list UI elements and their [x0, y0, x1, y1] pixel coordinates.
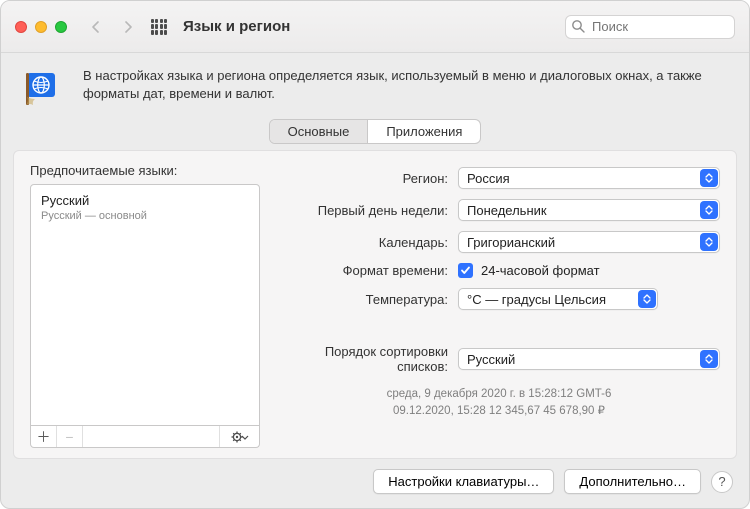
temperature-select[interactable]: °C — градусы Цельсия: [458, 288, 658, 310]
toolbar: Язык и регион: [1, 1, 749, 53]
language-name: Русский: [41, 193, 249, 208]
content-panel: Предпочитаемые языки: Русский Русский — …: [13, 150, 737, 459]
time-format-label: Формат времени:: [278, 263, 448, 278]
zoom-window-button[interactable]: [55, 21, 67, 33]
language-list[interactable]: Русский Русский — основной: [30, 184, 260, 426]
advanced-button[interactable]: Дополнительно…: [564, 469, 701, 494]
temperature-label: Температура:: [278, 292, 448, 307]
forward-button[interactable]: [117, 16, 139, 38]
close-window-button[interactable]: [15, 21, 27, 33]
search-field[interactable]: [565, 15, 735, 39]
keyboard-settings-button[interactable]: Настройки клавиатуры…: [373, 469, 554, 494]
sort-order-label: Порядок сортировки списков:: [278, 344, 448, 374]
window-title: Язык и регион: [183, 18, 290, 35]
calendar-label: Календарь:: [278, 235, 448, 250]
language-list-item[interactable]: Русский Русский — основной: [41, 193, 249, 222]
24hr-label: 24-часовой формат: [481, 263, 600, 278]
time-format-row: 24-часовой формат: [458, 263, 720, 278]
format-sample: среда, 9 декабря 2020 г. в 15:28:12 GMT-…: [278, 386, 720, 421]
updown-icon: [700, 169, 718, 187]
description-text: В настройках языка и региона определяетс…: [83, 67, 727, 103]
calendar-select[interactable]: Григорианский: [458, 231, 720, 253]
sample-line-2: 09.12.2020, 15:28 12 345,67 45 678,90 ₽: [278, 403, 720, 420]
first-weekday-select[interactable]: Понедельник: [458, 199, 720, 221]
first-weekday-label: Первый день недели:: [278, 203, 448, 218]
show-all-button[interactable]: [151, 19, 167, 35]
back-button[interactable]: [85, 16, 107, 38]
sort-order-value: Русский: [467, 352, 515, 367]
first-weekday-value: Понедельник: [467, 203, 547, 218]
region-label: Регион:: [278, 171, 448, 186]
language-flag-icon: [23, 67, 65, 109]
sort-order-select[interactable]: Русский: [458, 348, 720, 370]
region-select[interactable]: Россия: [458, 167, 720, 189]
tab-bar: Основные Приложения: [1, 119, 749, 148]
region-value: Россия: [467, 171, 510, 186]
updown-icon: [638, 290, 656, 308]
traffic-lights: [15, 21, 67, 33]
search-input[interactable]: [565, 15, 735, 39]
search-icon: [571, 19, 586, 34]
preferred-languages-section: Предпочитаемые языки: Русский Русский — …: [30, 163, 260, 448]
minimize-window-button[interactable]: [35, 21, 47, 33]
24hr-checkbox[interactable]: [458, 263, 473, 278]
language-list-toolbar: ＋ −: [30, 426, 260, 448]
footer: Настройки клавиатуры… Дополнительно… ?: [1, 469, 749, 508]
description-area: В настройках языка и региона определяетс…: [1, 53, 749, 119]
temperature-value: °C — градусы Цельсия: [467, 292, 606, 307]
language-actions-menu[interactable]: [219, 426, 259, 447]
updown-icon: [700, 350, 718, 368]
calendar-value: Григорианский: [467, 235, 555, 250]
settings-form: Регион: Россия Первый день недели: Понед…: [278, 163, 720, 448]
remove-language-button[interactable]: −: [57, 426, 83, 447]
tab-applications[interactable]: Приложения: [367, 120, 480, 143]
preferred-languages-label: Предпочитаемые языки:: [30, 163, 260, 178]
language-subtitle: Русский — основной: [41, 210, 249, 222]
tab-general[interactable]: Основные: [270, 120, 368, 143]
add-language-button[interactable]: ＋: [31, 426, 57, 447]
updown-icon: [700, 201, 718, 219]
checkmark-icon: [460, 265, 471, 276]
sample-line-1: среда, 9 декабря 2020 г. в 15:28:12 GMT-…: [278, 386, 720, 403]
updown-icon: [700, 233, 718, 251]
window: Язык и регион В настройках языка и регио…: [0, 0, 750, 509]
help-button[interactable]: ?: [711, 471, 733, 493]
